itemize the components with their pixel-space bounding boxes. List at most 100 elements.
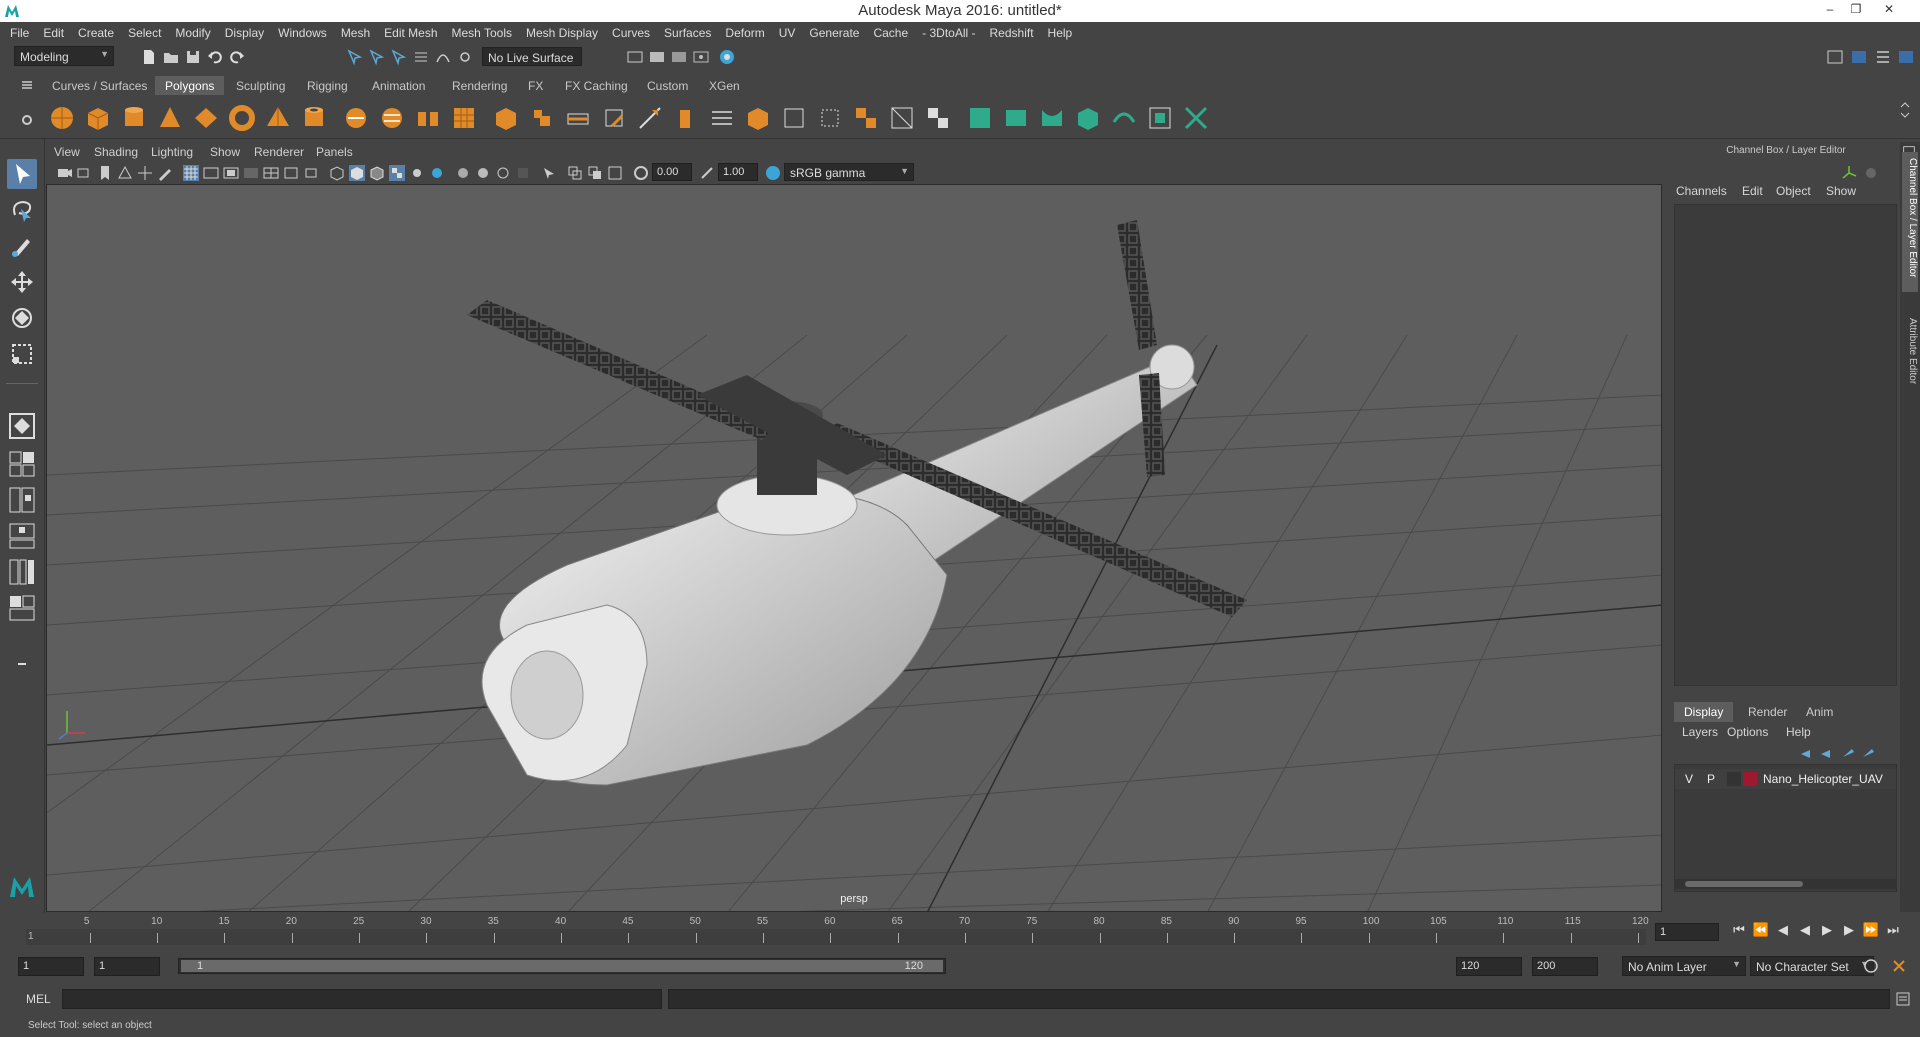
color-space-dropdown[interactable]: sRGB gamma ▼ (784, 163, 914, 181)
grid-toggle-icon[interactable] (182, 164, 200, 182)
render-view-icon[interactable] (626, 48, 644, 66)
offset-edge-loop-icon[interactable] (744, 104, 772, 132)
add-selected-to-layer-icon[interactable] (1840, 745, 1858, 763)
menu-edit[interactable]: Edit (43, 26, 64, 40)
shelf-tab-sculpting[interactable]: Sculpting (226, 76, 295, 95)
move-tool-icon[interactable] (7, 267, 37, 297)
step-back-frame-icon[interactable]: ◀︎ (1774, 922, 1792, 938)
multi-cut-icon[interactable] (672, 104, 700, 132)
poly-cylinder-icon[interactable] (120, 104, 148, 132)
gate-mask-icon[interactable] (242, 164, 260, 182)
go-to-end-icon[interactable]: ⏭ (1884, 922, 1902, 938)
menu-display[interactable]: Display (225, 26, 264, 40)
layer-name[interactable]: Nano_Helicopter_UAV (1763, 772, 1883, 786)
side-tab-attribute-editor[interactable]: Attribute Editor (1902, 312, 1918, 412)
close-button[interactable]: ✕ (1878, 2, 1900, 18)
layer-row[interactable]: V P Nano_Helicopter_UAV (1675, 769, 1896, 789)
layer-visibility-toggle[interactable]: V (1685, 772, 1693, 786)
bevel-icon[interactable] (600, 104, 628, 132)
time-slider[interactable]: 1 5 10 15 20 25 30 35 40 45 50 55 60 65 70 75 80 85 90 95 1… (26, 915, 1649, 945)
poly-torus-icon[interactable] (228, 104, 256, 132)
select-hierarchy-icon[interactable] (346, 48, 364, 66)
depth-of-field-icon[interactable] (514, 164, 532, 182)
select-tool-icon[interactable] (7, 159, 37, 189)
menu-deform[interactable]: Deform (725, 26, 764, 40)
menu-modify[interactable]: Modify (175, 26, 210, 40)
textured-icon[interactable] (388, 164, 406, 182)
select-object-icon[interactable] (368, 48, 386, 66)
xray-active-components-icon[interactable] (586, 164, 604, 182)
shelf-tab-polygons[interactable]: Polygons (155, 76, 225, 95)
toggle-channel-box-icon[interactable] (1897, 48, 1915, 66)
four-view-layout-icon[interactable] (7, 449, 37, 479)
snap-point-icon[interactable] (456, 48, 474, 66)
channel-box-panel[interactable] (1674, 204, 1897, 686)
append-polygon-icon[interactable] (636, 104, 664, 132)
persp-graph-layout-icon[interactable] (7, 521, 37, 551)
scrollbar-thumb[interactable] (1685, 881, 1803, 887)
viewport-menu-shading[interactable]: Shading (94, 145, 138, 159)
xray-icon[interactable] (566, 164, 584, 182)
step-back-key-icon[interactable]: ⏪ (1752, 922, 1770, 938)
poly-cone-icon[interactable] (156, 104, 184, 132)
uv-layout-icon[interactable] (888, 104, 916, 132)
smooth-shading-icon[interactable] (348, 164, 366, 182)
shelf-tab-custom[interactable]: Custom (637, 76, 698, 95)
layer-menu-layers[interactable]: Layers (1682, 725, 1718, 739)
exposure-field[interactable]: 0.00 (652, 163, 692, 181)
field-chart-icon[interactable] (262, 164, 280, 182)
outliner-persp-layout-icon[interactable] (7, 593, 37, 623)
script-editor-icon[interactable] (1894, 990, 1912, 1008)
mirror-icon[interactable] (1110, 104, 1138, 132)
select-component-icon[interactable] (390, 48, 408, 66)
open-scene-icon[interactable] (162, 48, 180, 66)
poly-cube-icon[interactable] (84, 104, 112, 132)
shelf-tab-animation[interactable]: Animation (362, 76, 435, 95)
use-all-lights-icon[interactable] (408, 164, 426, 182)
scale-tool-icon[interactable] (7, 339, 37, 369)
layer-type-box[interactable] (1727, 772, 1741, 786)
uv-checker-icon[interactable] (924, 104, 952, 132)
shelf-scroll-icon[interactable] (1896, 101, 1914, 119)
new-scene-icon[interactable] (140, 48, 158, 66)
shadows-icon[interactable] (428, 164, 446, 182)
playback-end-field[interactable]: 120 (1456, 957, 1522, 976)
layer-tab-anim[interactable]: Anim (1796, 702, 1843, 722)
layer-tab-render[interactable]: Render (1738, 702, 1797, 722)
anim-layer-dropdown[interactable]: No Anim Layer ▼ (1622, 956, 1746, 976)
ipr-render-icon[interactable] (670, 48, 688, 66)
play-backward-icon[interactable]: ◀ (1796, 922, 1814, 938)
planar-mapping-icon[interactable] (780, 104, 808, 132)
rotate-tool-icon[interactable] (7, 303, 37, 333)
grease-pencil-icon[interactable] (156, 164, 174, 182)
new-empty-layer-icon[interactable] (1818, 745, 1836, 763)
safe-title-icon[interactable] (302, 164, 320, 182)
menu-help[interactable]: Help (1048, 26, 1073, 40)
extrude-icon[interactable] (528, 104, 556, 132)
playback-start-field[interactable]: 1 (94, 957, 160, 976)
poly-pipe-icon[interactable] (300, 104, 328, 132)
xray-joints-icon[interactable] (606, 164, 624, 182)
script-language-toggle[interactable]: MEL (26, 992, 51, 1006)
paint-select-icon[interactable] (7, 231, 37, 261)
poly-plane-icon[interactable] (192, 104, 220, 132)
perspective-viewport[interactable]: persp (46, 184, 1662, 912)
motion-blur-icon[interactable] (474, 164, 492, 182)
menu-cache[interactable]: Cache (873, 26, 908, 40)
shelf-menu-icon[interactable] (18, 76, 36, 94)
separate-icon[interactable] (378, 104, 406, 132)
hypershade-persp-layout-icon[interactable] (7, 557, 37, 587)
snap-grid-icon[interactable] (412, 48, 430, 66)
menu-file[interactable]: File (10, 26, 29, 40)
bridge-icon[interactable] (564, 104, 592, 132)
shelf-tab-xgen[interactable]: XGen (699, 76, 750, 95)
auto-key-icon[interactable] (1862, 957, 1880, 975)
shelf-tab-rigging[interactable]: Rigging (297, 76, 358, 95)
uv-editor-icon[interactable] (852, 104, 880, 132)
animation-preferences-icon[interactable] (1890, 957, 1908, 975)
channel-menu-object[interactable]: Object (1776, 184, 1811, 198)
viewport-menu-lighting[interactable]: Lighting (151, 145, 193, 159)
hypershade-icon[interactable] (718, 48, 736, 66)
poly-pyramid-icon[interactable] (264, 104, 292, 132)
shelf-settings-icon[interactable] (18, 111, 36, 129)
